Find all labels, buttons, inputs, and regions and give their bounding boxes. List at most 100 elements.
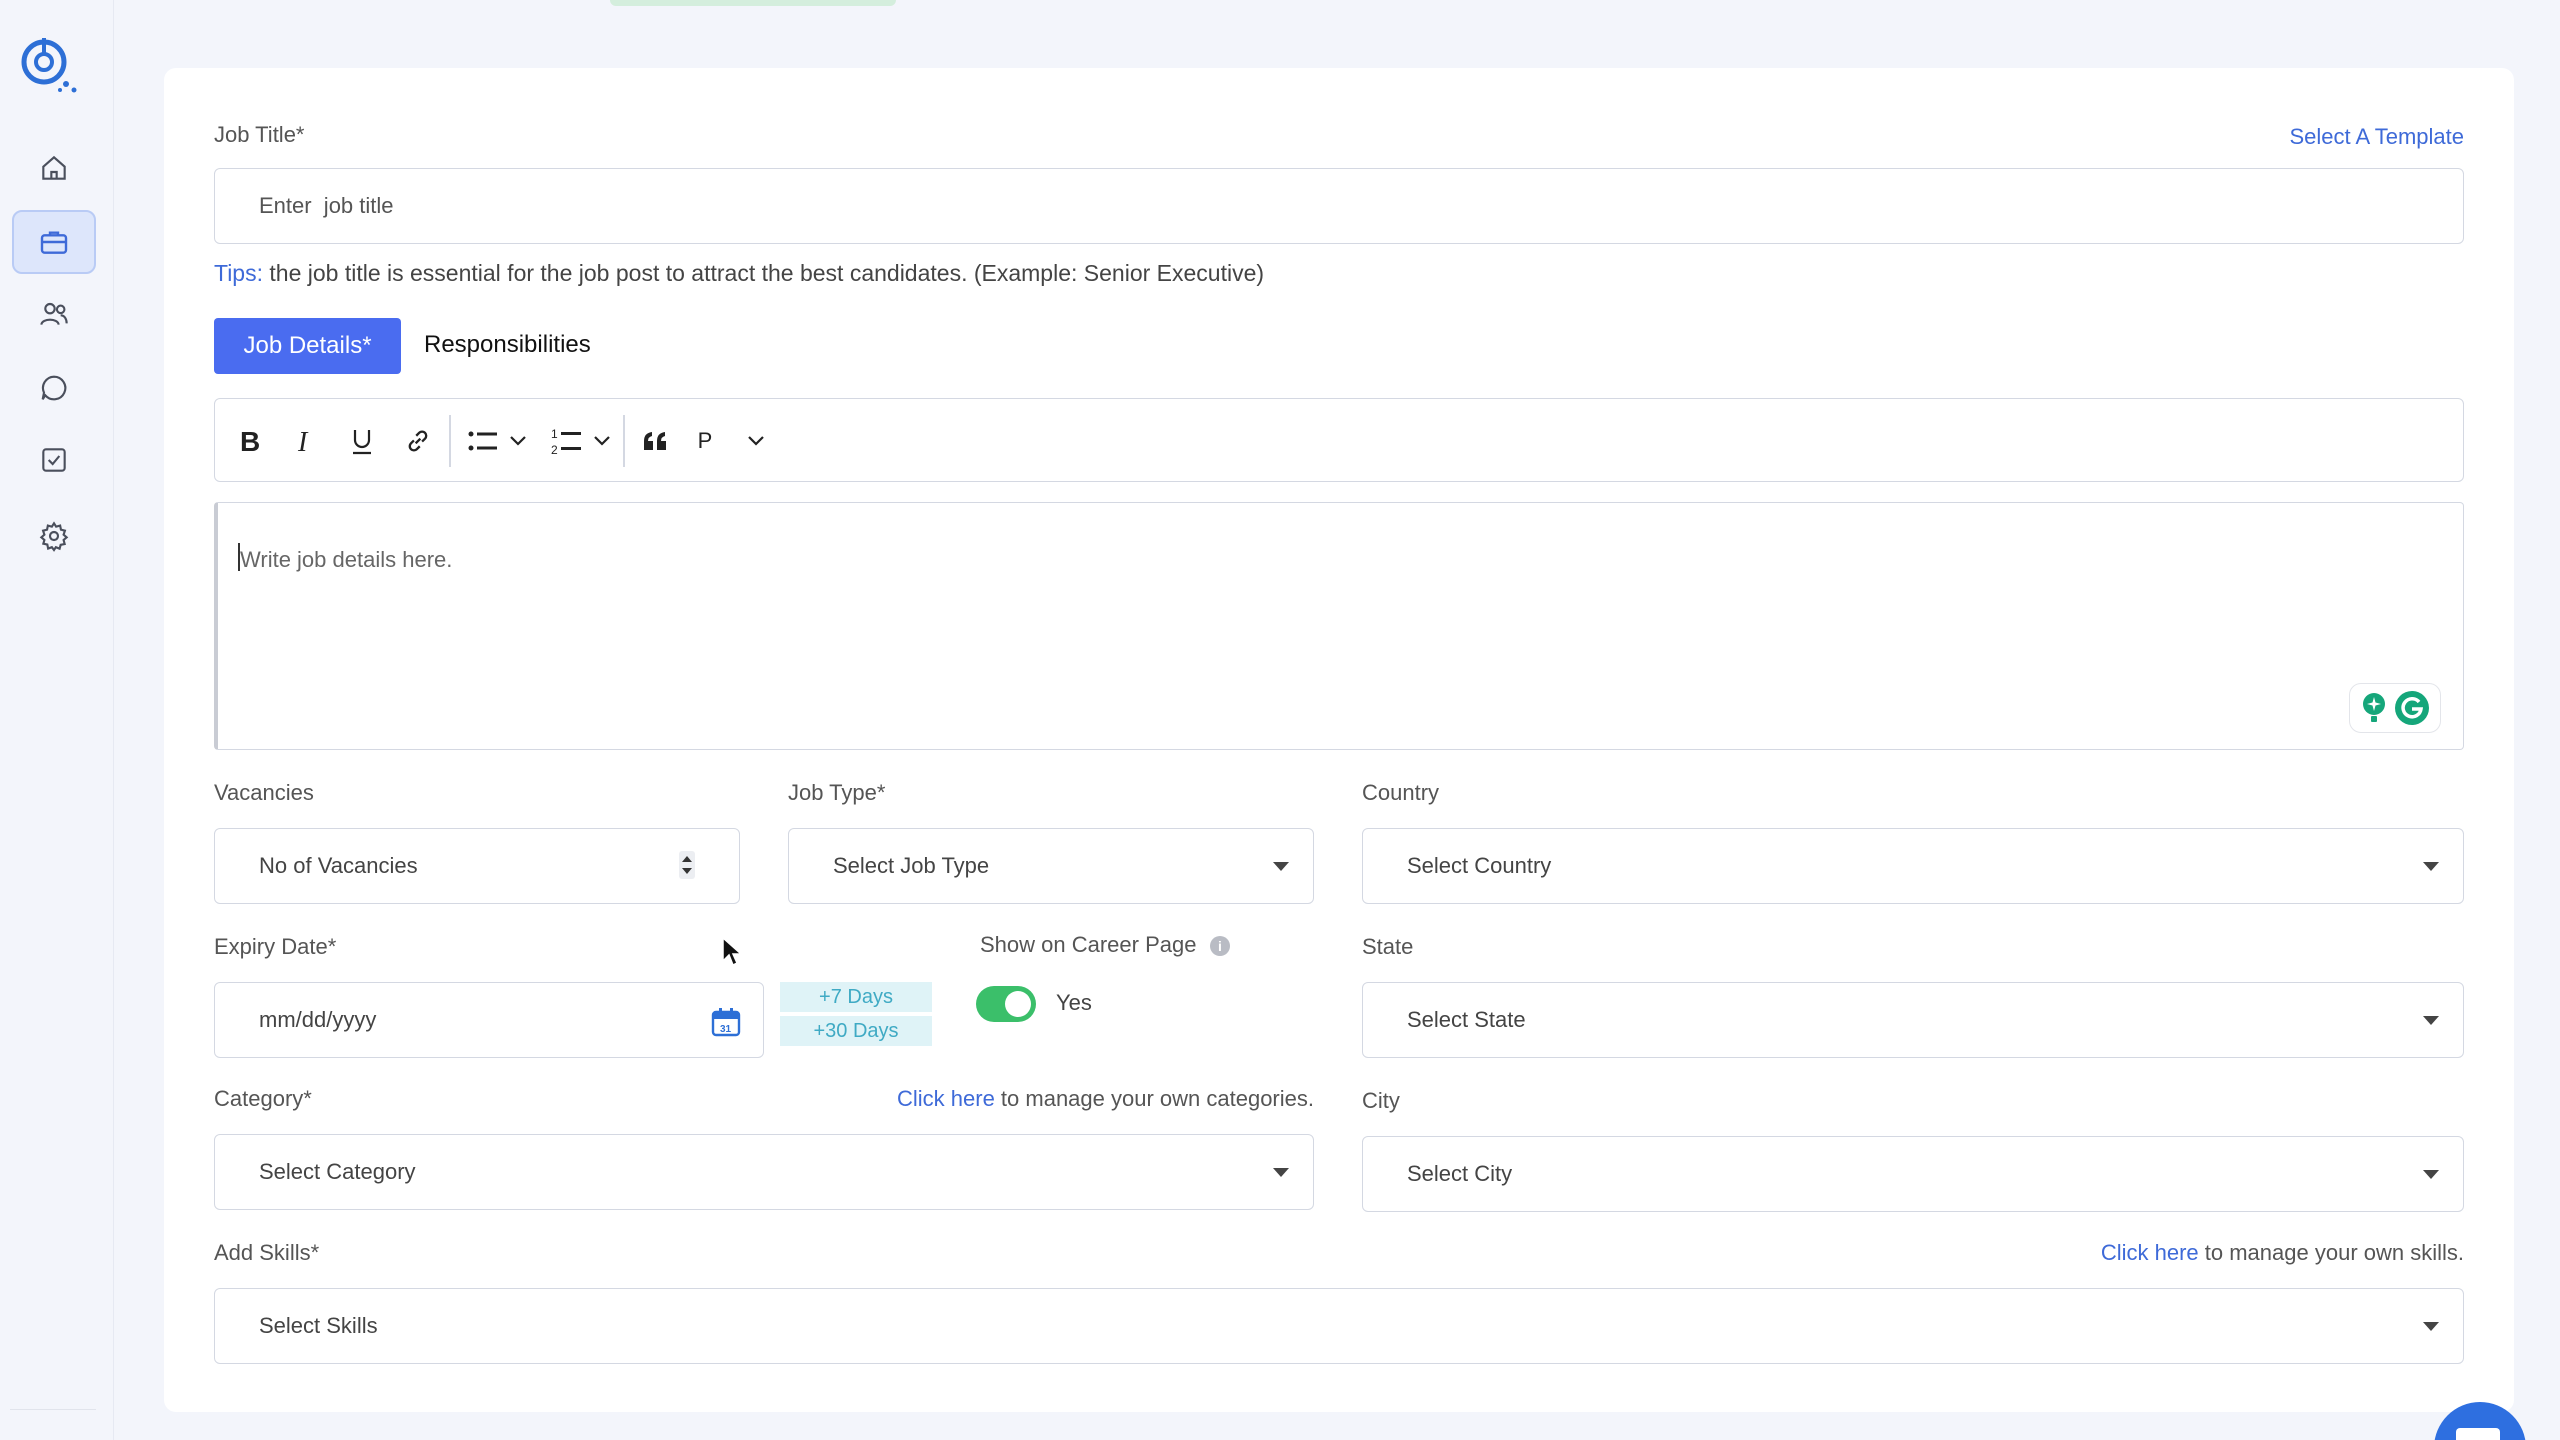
grammarly-widget[interactable] <box>2349 683 2441 733</box>
gear-icon <box>39 521 69 552</box>
vacancies-label: Vacancies <box>214 780 314 805</box>
link-icon <box>408 430 428 452</box>
svg-text:I: I <box>297 427 309 455</box>
numbered-list-dropdown[interactable] <box>591 425 613 457</box>
job-title-placeholder: Enter job title <box>259 193 394 218</box>
vacancies-placeholder: No of Vacancies <box>259 853 418 878</box>
job-details-editor[interactable]: Write job details here. <box>214 502 2464 750</box>
quote-icon <box>644 432 666 450</box>
category-select[interactable]: Select Category <box>214 1134 1314 1210</box>
caret-down-icon <box>2423 862 2439 871</box>
state-select[interactable]: Select State <box>1362 982 2464 1058</box>
expiry-date-label: Expiry Date* <box>214 934 337 959</box>
bullet-list-button[interactable] <box>463 425 503 457</box>
category-manage-link[interactable]: Click here <box>897 1086 995 1111</box>
mouse-cursor-icon <box>722 937 742 967</box>
skills-manage-link[interactable]: Click here <box>2101 1240 2199 1265</box>
grammarly-icon <box>2395 691 2429 725</box>
vacancies-input[interactable]: No of Vacancies <box>214 828 740 904</box>
sidebar-item-candidates[interactable] <box>12 282 96 346</box>
job-type-label: Job Type* <box>788 780 886 805</box>
tips-body: the job title is essential for the job p… <box>263 260 1265 286</box>
numbered-list-icon: 1 2 <box>551 427 581 456</box>
bold-button[interactable]: B <box>235 425 265 457</box>
paragraph-style-dropdown[interactable] <box>745 425 767 457</box>
plus-7-days-button[interactable]: +7 Days <box>780 982 932 1012</box>
category-label: Category* <box>214 1086 312 1111</box>
country-placeholder: Select Country <box>1407 853 1552 878</box>
skills-placeholder: Select Skills <box>259 1313 378 1338</box>
career-page-value: Yes <box>1056 990 1092 1015</box>
caret-down-icon <box>1273 862 1289 871</box>
blockquote-button[interactable] <box>639 425 673 457</box>
svg-text:B: B <box>240 427 260 455</box>
tips-prefix: Tips: <box>214 260 263 286</box>
caret-down-icon <box>2423 1322 2439 1331</box>
bullet-list-icon <box>468 431 497 451</box>
editor-placeholder: Write job details here. <box>240 547 453 572</box>
city-placeholder: Select City <box>1407 1161 1513 1186</box>
briefcase-icon <box>40 231 68 254</box>
category-manage-suffix: to manage your own categories. <box>994 1086 1314 1111</box>
home-icon <box>42 155 66 180</box>
caret-down-icon <box>2423 1170 2439 1179</box>
link-button[interactable] <box>401 425 435 457</box>
select-template-link[interactable]: Select A Template <box>2290 124 2465 150</box>
chevron-down-icon <box>594 436 610 446</box>
state-placeholder: Select State <box>1407 1007 1526 1032</box>
expiry-date-placeholder: mm/dd/yyyy <box>259 1007 377 1032</box>
tab-responsibilities[interactable]: Responsibilities <box>424 331 591 359</box>
underline-icon <box>353 430 371 455</box>
bold-icon: B <box>240 427 260 455</box>
sidebar-divider <box>10 1409 96 1410</box>
sidebar-item-tasks[interactable] <box>12 428 96 492</box>
paragraph-style-button[interactable]: P <box>693 425 717 457</box>
info-icon[interactable]: i <box>1210 936 1230 956</box>
job-type-select[interactable]: Select Job Type <box>788 828 1314 904</box>
job-form-card: Job Title* Select A Template Enter job t… <box>164 68 2514 1412</box>
job-title-input[interactable]: Enter job title <box>214 168 2464 244</box>
toolbar-separator <box>623 415 625 467</box>
svg-text:1: 1 <box>551 427 558 441</box>
skills-label: Add Skills* <box>214 1240 320 1265</box>
svg-text:2: 2 <box>551 443 558 456</box>
sidebar-item-home[interactable] <box>12 136 96 200</box>
state-label: State <box>1362 934 1414 959</box>
italic-button[interactable]: I <box>291 425 321 457</box>
sidebar-item-settings[interactable] <box>12 504 96 568</box>
toggle-knob <box>1005 991 1031 1017</box>
caret-down-icon <box>1273 1168 1289 1177</box>
expiry-date-input[interactable]: mm/dd/yyyy 31 <box>214 982 764 1058</box>
grammarly-suggestion-icon <box>2363 693 2385 722</box>
career-page-label: Show on Career Page <box>980 932 1197 957</box>
svg-text:31: 31 <box>720 1024 732 1035</box>
category-manage-text: Click here to manage your own categories… <box>897 1086 1314 1112</box>
caret-down-icon <box>2423 1016 2439 1025</box>
sidebar-item-messages[interactable] <box>12 356 96 420</box>
sidebar <box>0 0 114 1440</box>
app-logo[interactable] <box>16 34 82 100</box>
number-stepper-icon[interactable] <box>679 851 695 879</box>
country-select[interactable]: Select Country <box>1362 828 2464 904</box>
tab-job-details[interactable]: Job Details* <box>214 318 401 374</box>
sidebar-item-jobs[interactable] <box>12 210 96 274</box>
bullet-list-dropdown[interactable] <box>507 425 529 457</box>
calendar-icon[interactable]: 31 <box>711 1007 741 1037</box>
chevron-down-icon <box>510 436 526 446</box>
underline-button[interactable] <box>345 425 379 457</box>
checklist-icon <box>42 448 66 472</box>
numbered-list-button[interactable]: 1 2 <box>547 425 587 457</box>
editor-toolbar: B I 1 2 P <box>214 398 2464 482</box>
job-title-label: Job Title* <box>214 122 305 147</box>
toolbar-separator <box>449 415 451 467</box>
italic-icon: I <box>297 427 309 455</box>
career-page-toggle[interactable] <box>976 986 1036 1022</box>
plus-30-days-button[interactable]: +30 Days <box>780 1016 932 1046</box>
tips-text: Tips: the job title is essential for the… <box>214 260 1264 287</box>
category-placeholder: Select Category <box>259 1159 416 1184</box>
job-type-placeholder: Select Job Type <box>833 853 990 878</box>
city-select[interactable]: Select City <box>1362 1136 2464 1212</box>
top-accent-tab <box>610 0 896 6</box>
skills-manage-suffix: to manage your own skills. <box>2198 1240 2464 1265</box>
skills-select[interactable]: Select Skills <box>214 1288 2464 1364</box>
